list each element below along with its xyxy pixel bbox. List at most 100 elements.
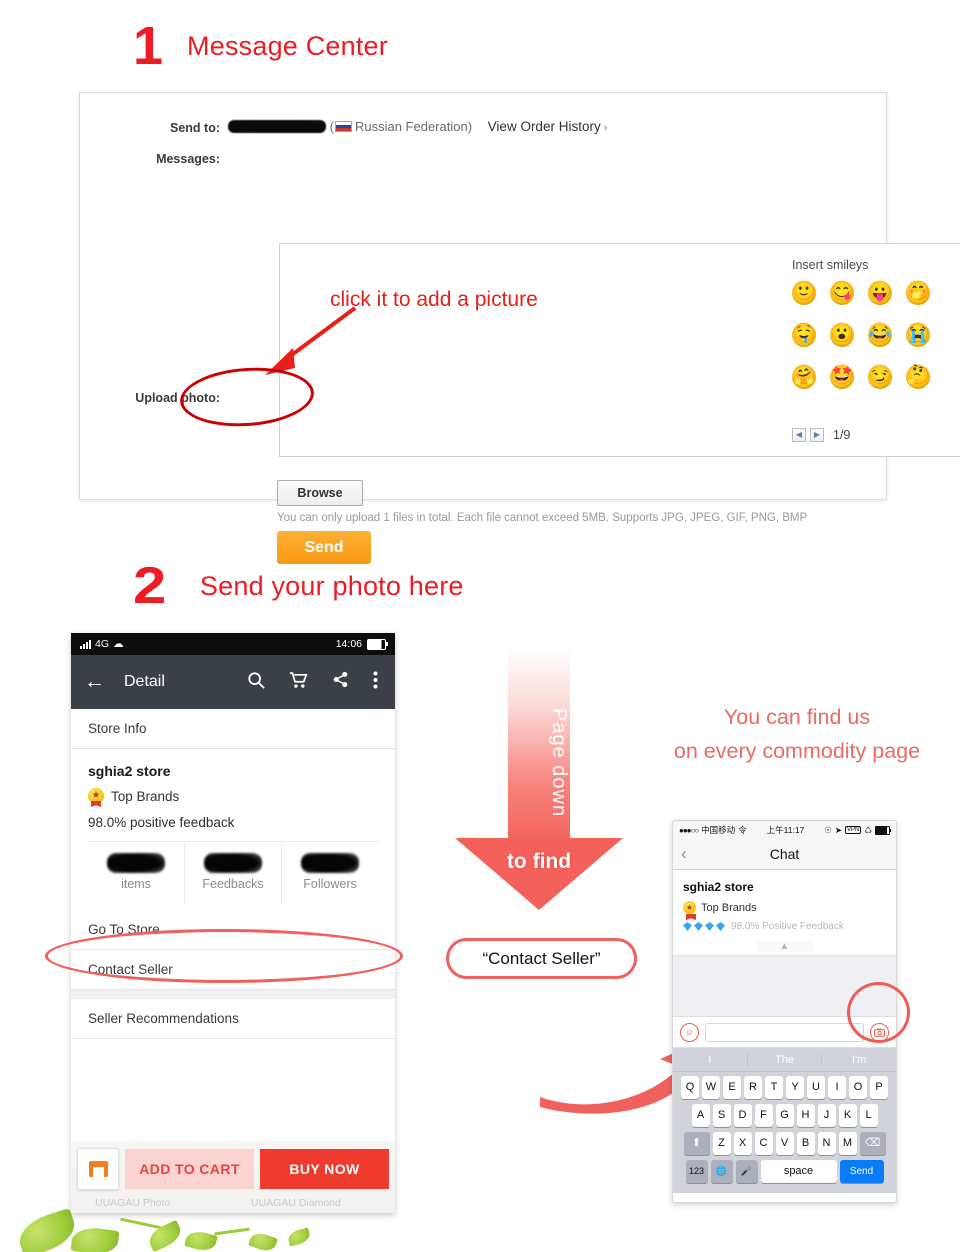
leaf-icon <box>14 1207 80 1252</box>
stat-followers[interactable]: Followers <box>282 842 378 904</box>
keyboard-row-1: Q W E R T Y U I O P <box>675 1076 894 1099</box>
smiley-prev-button[interactable]: ◀ <box>792 428 806 442</box>
smiley-item[interactable]: 😛 <box>868 281 892 305</box>
keyboard-prediction-bar: I The I'm <box>673 1048 896 1072</box>
page-down-text: Page down <box>548 708 570 818</box>
browse-button[interactable]: Browse <box>277 480 363 506</box>
shift-key[interactable]: ⬆ <box>683 1132 710 1155</box>
positive-feedback-text: 98.0% Positive Feedback <box>731 921 844 932</box>
key-u[interactable]: U <box>807 1076 825 1099</box>
smiley-item[interactable]: 🤩 <box>830 365 854 389</box>
key-n[interactable]: N <box>817 1132 836 1155</box>
key-y[interactable]: Y <box>786 1076 804 1099</box>
android-app-bar: ← Detail <box>71 655 395 709</box>
prediction-item[interactable]: I'm <box>822 1054 896 1066</box>
smiley-icon[interactable]: ☺ <box>680 1022 699 1042</box>
message-textarea[interactable] <box>279 243 781 457</box>
store-name: sghia2 store <box>88 763 171 779</box>
key-z[interactable]: Z <box>712 1132 731 1155</box>
promo-page: 1 Message Center Send to: (Russian Feder… <box>0 0 960 1252</box>
smiley-item[interactable]: 😂 <box>868 323 892 347</box>
medal-icon: ★ <box>683 901 696 914</box>
diamond-icon <box>705 922 714 931</box>
add-to-cart-button[interactable]: ADD TO CART <box>125 1149 254 1189</box>
smiley-glyph: 😋 <box>830 281 854 302</box>
smiley-item[interactable]: 😭 <box>906 323 930 347</box>
space-key[interactable]: space <box>760 1160 837 1183</box>
key-b[interactable]: B <box>796 1132 815 1155</box>
key-g[interactable]: G <box>775 1104 794 1127</box>
positive-feedback-text: 98.0% positive feedback <box>88 815 235 830</box>
keyboard-row-3: ⬆ Z X C V B N M ⌫ <box>675 1132 894 1155</box>
key-p[interactable]: P <box>870 1076 888 1099</box>
cart-icon[interactable] <box>289 671 308 694</box>
store-stats-row: items Feedbacks Followers <box>88 841 378 904</box>
recipient-name-redacted <box>228 120 326 133</box>
find-us-text: You can find us on every commodity page <box>632 700 960 769</box>
collapse-card-row[interactable]: ▲ <box>673 940 896 956</box>
key-a[interactable]: A <box>691 1104 710 1127</box>
smiley-glyph: 😏 <box>868 365 892 386</box>
network-type-label: 4G <box>95 638 110 650</box>
smiley-next-button[interactable]: ▶ <box>810 428 824 442</box>
smiley-glyph: 🤗 <box>792 365 816 386</box>
prediction-item[interactable]: The <box>748 1053 823 1066</box>
smiley-item[interactable]: 🤗 <box>792 365 816 389</box>
key-r[interactable]: R <box>744 1076 762 1099</box>
send-key[interactable]: Send <box>839 1160 884 1183</box>
key-s[interactable]: S <box>712 1104 731 1127</box>
page-down-arrow-graphic: Page down to find <box>445 648 645 910</box>
view-order-history-link[interactable]: View Order History › <box>488 119 608 134</box>
globe-icon[interactable]: 🌐 <box>710 1160 733 1183</box>
key-q[interactable]: Q <box>681 1076 699 1099</box>
smiley-item[interactable]: 🤔 <box>906 365 930 389</box>
buy-now-button[interactable]: BUY NOW <box>260 1149 389 1189</box>
contact-seller-row[interactable]: Contact Seller <box>71 950 395 990</box>
key-w[interactable]: W <box>702 1076 720 1099</box>
key-h[interactable]: H <box>796 1104 815 1127</box>
back-arrow-icon[interactable]: ← <box>84 670 118 694</box>
key-o[interactable]: O <box>849 1076 867 1099</box>
key-l[interactable]: L <box>859 1104 878 1127</box>
chat-input-field[interactable] <box>705 1022 864 1042</box>
stat-items[interactable]: items <box>88 842 185 904</box>
send-button[interactable]: Send <box>277 531 371 564</box>
key-v[interactable]: V <box>775 1132 794 1155</box>
go-to-store-row[interactable]: Go To Store <box>71 910 395 950</box>
key-m[interactable]: M <box>838 1132 857 1155</box>
more-icon[interactable] <box>373 671 378 694</box>
android-clock: 14:06 <box>335 638 362 650</box>
key-t[interactable]: T <box>765 1076 783 1099</box>
smiley-item[interactable]: 🙂 <box>792 281 816 305</box>
key-k[interactable]: K <box>838 1104 857 1127</box>
share-icon[interactable] <box>332 671 349 693</box>
key-d[interactable]: D <box>733 1104 752 1127</box>
ios-keyboard: Q W E R T Y U I O P A S D F G H J K L ⬆ … <box>673 1072 896 1193</box>
smiley-item[interactable]: 😋 <box>830 281 854 305</box>
store-icon[interactable] <box>77 1148 119 1190</box>
smiley-item[interactable]: 😮 <box>830 323 854 347</box>
search-icon[interactable] <box>247 671 265 694</box>
key-j[interactable]: J <box>817 1104 836 1127</box>
smiley-item[interactable]: 🤤 <box>792 323 816 347</box>
numbers-key[interactable]: 123 <box>685 1160 708 1183</box>
key-i[interactable]: I <box>828 1076 846 1099</box>
stat-feedbacks[interactable]: Feedbacks <box>185 842 282 904</box>
key-c[interactable]: C <box>754 1132 773 1155</box>
arrow-head <box>455 838 623 910</box>
smiley-item[interactable]: 😏 <box>868 365 892 389</box>
find-us-line-2: on every commodity page <box>673 739 921 764</box>
mic-icon[interactable]: 🎤 <box>735 1160 758 1183</box>
smiley-glyph: 😂 <box>868 323 892 344</box>
smiley-glyph: 😛 <box>868 281 892 302</box>
smiley-glyph: 🤔 <box>906 365 930 386</box>
prediction-item[interactable]: I <box>673 1053 748 1066</box>
smiley-item[interactable]: 🤭 <box>906 281 930 305</box>
key-f[interactable]: F <box>754 1104 773 1127</box>
backspace-key[interactable]: ⌫ <box>859 1132 886 1155</box>
seller-recommendations-row[interactable]: Seller Recommendations <box>71 999 395 1039</box>
key-e[interactable]: E <box>723 1076 741 1099</box>
camera-icon[interactable] <box>870 1022 889 1042</box>
key-x[interactable]: X <box>733 1132 752 1155</box>
stem <box>120 1217 162 1230</box>
